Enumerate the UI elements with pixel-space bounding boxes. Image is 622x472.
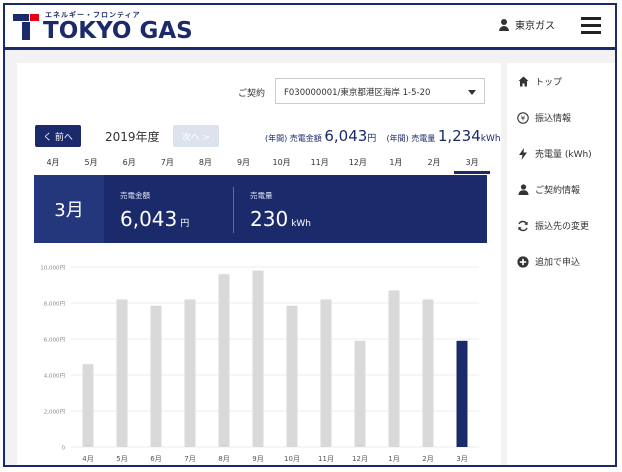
bar-10[interactable] bbox=[388, 290, 400, 447]
y-tick-label: 6,000円 bbox=[44, 337, 66, 344]
sidebar-item-label: 追加で申込 bbox=[535, 258, 581, 268]
sidebar-item-change-account[interactable]: 振込先の変更 bbox=[517, 219, 589, 232]
tab-month-7[interactable]: 10月 bbox=[264, 157, 300, 168]
header: エネルギー・フロンティア TOKYO GAS 東京ガス bbox=[5, 5, 615, 47]
refresh-icon bbox=[517, 220, 529, 232]
user-account[interactable]: 東京ガス bbox=[498, 17, 555, 32]
sidebar-item-contract-info[interactable]: ご契約情報 bbox=[517, 183, 580, 196]
tab-month-12[interactable]: 3月 bbox=[454, 157, 491, 174]
home-icon bbox=[517, 76, 529, 88]
month-tabs: 4月 5月 6月 7月 8月 9月 10月 11月 12月 1月 2月 3月 bbox=[35, 155, 491, 174]
contract-label: ご契約 bbox=[238, 89, 266, 99]
bar-8[interactable] bbox=[320, 299, 332, 447]
bar-11[interactable] bbox=[422, 299, 434, 447]
sidebar-item-power-volume[interactable]: 売電量 (kWh) bbox=[517, 147, 592, 160]
tab-month-10[interactable]: 1月 bbox=[378, 157, 414, 168]
fiscal-year: 2019年度 bbox=[105, 130, 160, 144]
bar-12[interactable] bbox=[456, 340, 468, 447]
summary-volume-unit: kWh bbox=[291, 219, 312, 229]
y-tick-label: 8,000円 bbox=[44, 301, 66, 308]
x-tick-label: 2月 bbox=[422, 455, 433, 463]
tab-month-2[interactable]: 5月 bbox=[73, 157, 109, 168]
tab-month-4[interactable]: 7月 bbox=[149, 157, 185, 168]
logo-text: TOKYO GAS bbox=[43, 18, 193, 44]
summary-month: 3月 bbox=[34, 175, 104, 243]
sidebar-item-transfer-info[interactable]: ¥ 振込情報 bbox=[517, 111, 571, 124]
dropdown-arrow-icon bbox=[468, 90, 476, 95]
x-tick-label: 7月 bbox=[184, 455, 195, 463]
x-tick-label: 11月 bbox=[318, 455, 334, 463]
person-icon bbox=[517, 184, 529, 196]
contract-select[interactable]: F030000001/東京都港区海岸 1-5-20 bbox=[275, 78, 485, 104]
bar-9[interactable] bbox=[354, 340, 366, 447]
summary-volume-value: 230 bbox=[250, 207, 289, 231]
sidebar-item-additional-application[interactable]: 追加で申込 bbox=[517, 255, 580, 268]
tab-month-11[interactable]: 2月 bbox=[416, 157, 452, 168]
tokyo-gas-logo[interactable]: エネルギー・フロンティア TOKYO GAS bbox=[13, 10, 213, 44]
x-tick-label: 12月 bbox=[352, 455, 368, 463]
x-tick-label: 8月 bbox=[218, 455, 229, 463]
x-tick-label: 9月 bbox=[252, 455, 263, 463]
tab-month-5[interactable]: 8月 bbox=[187, 157, 223, 168]
month-summary: 3月 売電金額 6,043 円 売電量 230 kWh bbox=[34, 175, 487, 243]
app-window: エネルギー・フロンティア TOKYO GAS 東京ガス ご契約 F0300000… bbox=[3, 3, 617, 467]
annual-volume-unit: kWh bbox=[480, 134, 501, 144]
annual-volume-label: (年間) 売電量 bbox=[386, 134, 436, 143]
prev-year-button[interactable]: く 前へ bbox=[35, 125, 81, 147]
summary-amount-unit: 円 bbox=[180, 219, 190, 229]
bar-6[interactable] bbox=[252, 270, 264, 447]
user-name: 東京ガス bbox=[515, 21, 555, 32]
summary-divider bbox=[233, 187, 234, 233]
tab-month-9[interactable]: 12月 bbox=[340, 157, 376, 168]
sidebar-item-label: 振込情報 bbox=[535, 114, 572, 124]
user-icon bbox=[498, 18, 510, 31]
summary-amount: 6,043 円 bbox=[120, 207, 189, 231]
tab-month-1[interactable]: 4月 bbox=[35, 157, 71, 168]
annual-amount-value: 6,043 bbox=[324, 127, 368, 145]
sidebar-item-label: トップ bbox=[535, 78, 563, 88]
annual-totals: (年間) 売電金額 6,043円 (年間) 売電量 1,234kWh bbox=[265, 127, 501, 145]
summary-amount-label: 売電金額 bbox=[120, 191, 150, 200]
y-tick-label: 10,000円 bbox=[40, 265, 65, 272]
sidebar-item-top[interactable]: トップ bbox=[517, 75, 562, 88]
summary-volume-label: 売電量 bbox=[250, 191, 273, 200]
bar-5[interactable] bbox=[218, 274, 230, 447]
sidebar: トップ ¥ 振込情報 売電量 (kWh) ご契約情報 振込先の変更 追加で申込 bbox=[507, 63, 615, 465]
annual-amount-unit: 円 bbox=[367, 134, 377, 144]
logo-mark bbox=[13, 14, 39, 40]
tab-month-8[interactable]: 11月 bbox=[302, 157, 338, 168]
bar-3[interactable] bbox=[150, 305, 162, 447]
next-year-button[interactable]: 次へ > bbox=[173, 125, 219, 147]
x-tick-label: 3月 bbox=[456, 455, 467, 463]
tab-month-6[interactable]: 9月 bbox=[226, 157, 262, 168]
x-tick-label: 4月 bbox=[82, 455, 93, 463]
y-tick-label: 2,000円 bbox=[44, 409, 66, 416]
menu-icon[interactable] bbox=[581, 17, 601, 34]
bar-4[interactable] bbox=[184, 299, 196, 447]
plus-circle-icon bbox=[517, 255, 529, 268]
monthly-sales-bar-chart: 0 2,000円 4,000円 6,000円 8,000円 10,000円 4月 5月 6月 7月… bbox=[40, 265, 479, 463]
bar-2[interactable] bbox=[116, 299, 128, 447]
sidebar-item-label: 振込先の変更 bbox=[535, 222, 590, 232]
summary-amount-value: 6,043 bbox=[120, 207, 178, 231]
sidebar-item-label: 売電量 (kWh) bbox=[535, 150, 592, 160]
annual-amount-label: (年間) 売電金額 bbox=[265, 134, 322, 143]
tab-month-3[interactable]: 6月 bbox=[111, 157, 147, 168]
y-tick-label: 4,000円 bbox=[44, 373, 66, 380]
summary-volume: 230 kWh bbox=[250, 207, 311, 231]
annual-volume-value: 1,234 bbox=[437, 127, 481, 145]
bar-1[interactable] bbox=[82, 364, 94, 447]
x-tick-label: 6月 bbox=[150, 455, 161, 463]
bar-7[interactable] bbox=[286, 305, 298, 447]
x-tick-label: 10月 bbox=[284, 455, 300, 463]
sidebar-item-label: ご契約情報 bbox=[535, 186, 581, 196]
y-tick-label: 0 bbox=[62, 446, 66, 452]
contract-selected-value: F030000001/東京都港区海岸 1-5-20 bbox=[284, 88, 431, 98]
x-tick-label: 5月 bbox=[116, 455, 127, 463]
svg-text:¥: ¥ bbox=[521, 114, 526, 122]
yen-icon: ¥ bbox=[517, 111, 529, 124]
lightning-icon bbox=[517, 147, 529, 160]
x-tick-label: 1月 bbox=[388, 455, 399, 463]
